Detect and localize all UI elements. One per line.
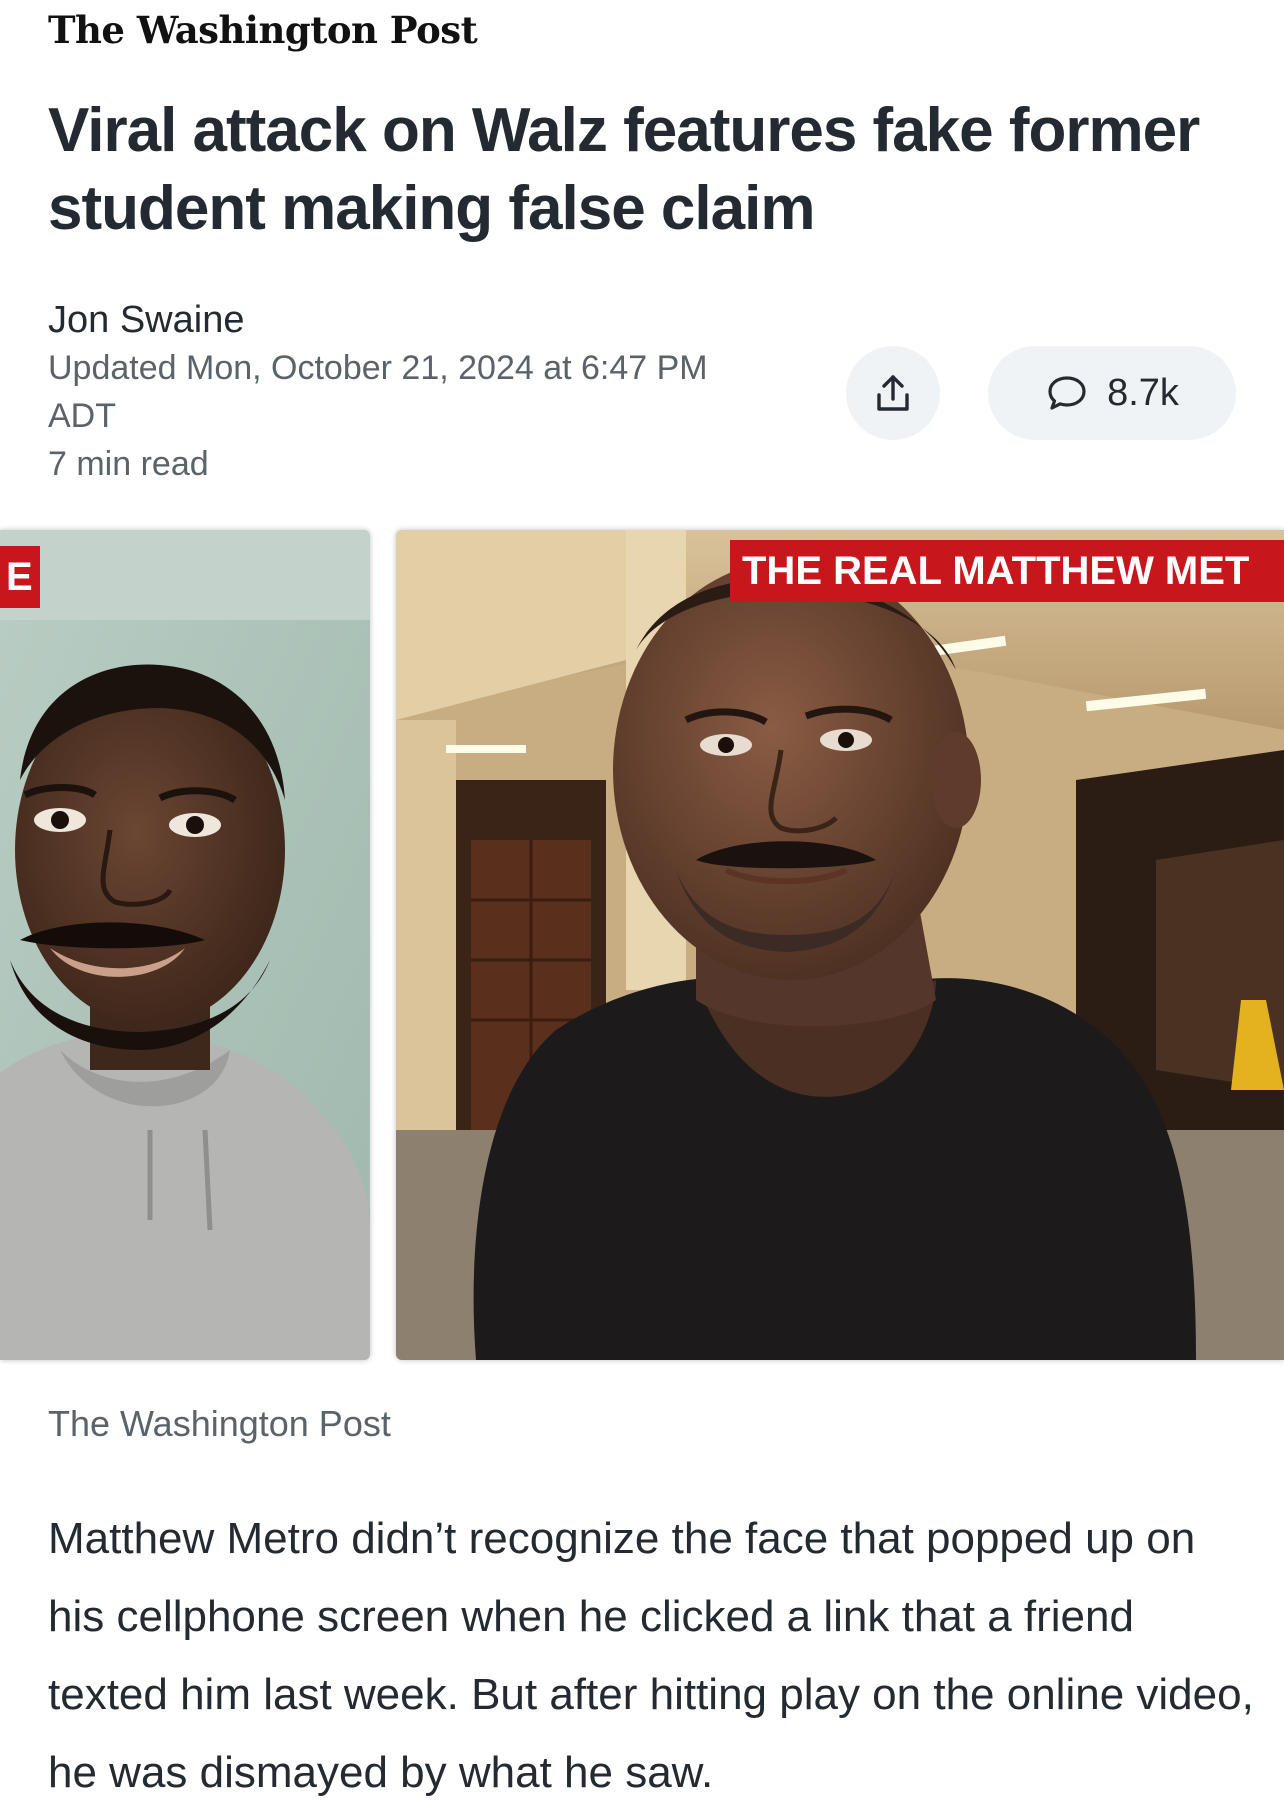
image-label-left: E <box>0 546 40 608</box>
share-button[interactable] <box>846 346 940 440</box>
comment-bubble-icon <box>1048 376 1086 410</box>
comments-count: 8.7k <box>1107 371 1179 414</box>
article-page: The Washington Post Viral attack on Walz… <box>0 0 1284 1814</box>
updated-timezone: ADT <box>48 397 116 435</box>
read-time: 7 min read <box>48 445 209 483</box>
publisher-logo[interactable]: The Washington Post <box>48 2 478 58</box>
article-body-paragraph: Matthew Metro didn’t recognize the face … <box>48 1514 1254 1797</box>
comments-button[interactable]: 8.7k <box>988 346 1236 440</box>
share-icon <box>877 375 909 411</box>
author-name[interactable]: Jon Swaine <box>48 296 244 344</box>
article-meta: Updated Mon, October 21, 2024 at 6:47 PM… <box>48 344 768 488</box>
image-caption: The Washington Post <box>48 1403 391 1444</box>
photo-real-matthew-metro[interactable] <box>396 530 1284 1360</box>
image-label-right: THE REAL MATTHEW MET <box>730 540 1284 602</box>
updated-timestamp: Updated Mon, October 21, 2024 at 6:47 PM <box>48 349 708 387</box>
article-headline: Viral attack on Walz features fake forme… <box>48 96 1200 243</box>
photo-fake-student[interactable] <box>0 530 370 1360</box>
